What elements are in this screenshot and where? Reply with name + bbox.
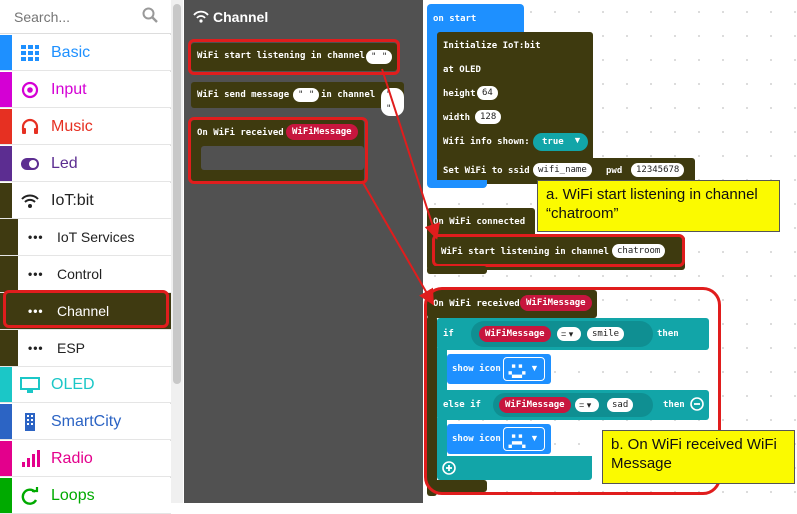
blocks-flyout	[184, 0, 423, 503]
category-label: Loops	[51, 487, 95, 504]
wifi-info-dropdown[interactable]: true ▼	[533, 133, 588, 151]
highlight-listen-block	[188, 39, 400, 75]
loop-icon	[21, 487, 39, 505]
highlight-chatroom-block	[432, 234, 685, 267]
category-label: SmartCity	[51, 413, 122, 430]
ssid-input[interactable]: wifi_name	[533, 163, 592, 177]
bars-icon	[22, 450, 40, 467]
category-radio[interactable]: Radio	[0, 441, 171, 477]
block-text: width	[443, 113, 471, 123]
wifi-icon	[21, 194, 39, 208]
search-input[interactable]	[14, 8, 134, 26]
height-input[interactable]: 64	[477, 86, 498, 100]
block-text: at OLED	[443, 65, 481, 75]
subcategory-iot-services[interactable]: ••• IoT Services	[0, 219, 171, 256]
width-input[interactable]: 128	[475, 110, 502, 124]
category-label: OLED	[51, 376, 95, 393]
category-input[interactable]: Input	[0, 72, 171, 108]
highlight-channel-category	[3, 290, 169, 328]
category-label: IoT:bit	[51, 192, 94, 209]
search-icon[interactable]	[142, 7, 158, 23]
category-label: Input	[51, 81, 87, 98]
block-text: on start	[433, 14, 477, 24]
category-label: Radio	[51, 450, 93, 467]
category-iotbit[interactable]: IoT:bit	[0, 183, 171, 219]
subcategory-label: ESP	[57, 340, 86, 356]
subcategory-control[interactable]: ••• Control	[0, 256, 171, 293]
dots-icon: •••	[28, 341, 44, 355]
grid-icon	[21, 45, 39, 61]
block-text: Wifi info shown:	[443, 137, 530, 147]
toggle-icon	[21, 158, 39, 170]
callout-a: a. WiFi start listening in channel “chat…	[537, 180, 780, 232]
category-basic[interactable]: Basic	[0, 35, 171, 71]
toolbox: Basic Input Music Led IoT:bit ••• IoT Se…	[0, 0, 171, 514]
callout-b: b. On WiFi received WiFi Message	[602, 430, 795, 484]
highlight-received-block	[188, 117, 368, 184]
block-on-start-foot	[427, 180, 487, 188]
dots-icon: •••	[28, 267, 44, 281]
subcategory-label: IoT Services	[57, 229, 135, 245]
block-text: WiFi send message	[197, 90, 290, 100]
block-text: On WiFi connected	[433, 217, 526, 227]
block-wifi-send-message[interactable]: WiFi send message " " in channel " "	[191, 82, 404, 116]
dots-icon: •••	[28, 230, 44, 244]
dropdown-value: true	[542, 137, 564, 147]
headphones-icon	[21, 118, 39, 134]
message-value-input[interactable]: " "	[293, 88, 320, 102]
category-label: Music	[51, 118, 93, 135]
subcategory-label: Control	[57, 266, 103, 282]
wifi-icon	[193, 10, 209, 23]
flyout-title: Channel	[213, 9, 269, 25]
block-on-wifi-connected-foot	[427, 266, 487, 274]
search-box	[0, 0, 171, 34]
category-oled[interactable]: OLED	[0, 367, 171, 403]
pwd-input[interactable]: 12345678	[631, 163, 685, 177]
block-text: Set WiFi to ssid	[443, 166, 530, 176]
block-text: pwd	[606, 166, 623, 176]
subcategory-esp[interactable]: ••• ESP	[0, 330, 171, 367]
category-music[interactable]: Music	[0, 109, 171, 145]
category-label: Basic	[51, 44, 91, 61]
category-smartcity[interactable]: SmartCity	[0, 404, 171, 440]
monitor-icon	[20, 377, 40, 393]
block-initialize-iotbit[interactable]: Initialize IoT:bit at OLED height 64 wid…	[437, 32, 593, 162]
channel-value-input[interactable]: " "	[381, 88, 404, 116]
block-text: in channel	[321, 90, 376, 100]
block-text: Initialize IoT:bit	[443, 41, 541, 51]
chevron-down-icon: ▼	[573, 135, 582, 145]
toolbox-scrollbar-thumb[interactable]	[173, 4, 181, 384]
target-icon	[21, 81, 39, 99]
building-icon	[25, 413, 35, 431]
category-label: Led	[51, 155, 78, 172]
category-led[interactable]: Led	[0, 146, 171, 182]
block-text: height	[443, 89, 476, 99]
category-loops[interactable]: Loops	[0, 478, 171, 514]
